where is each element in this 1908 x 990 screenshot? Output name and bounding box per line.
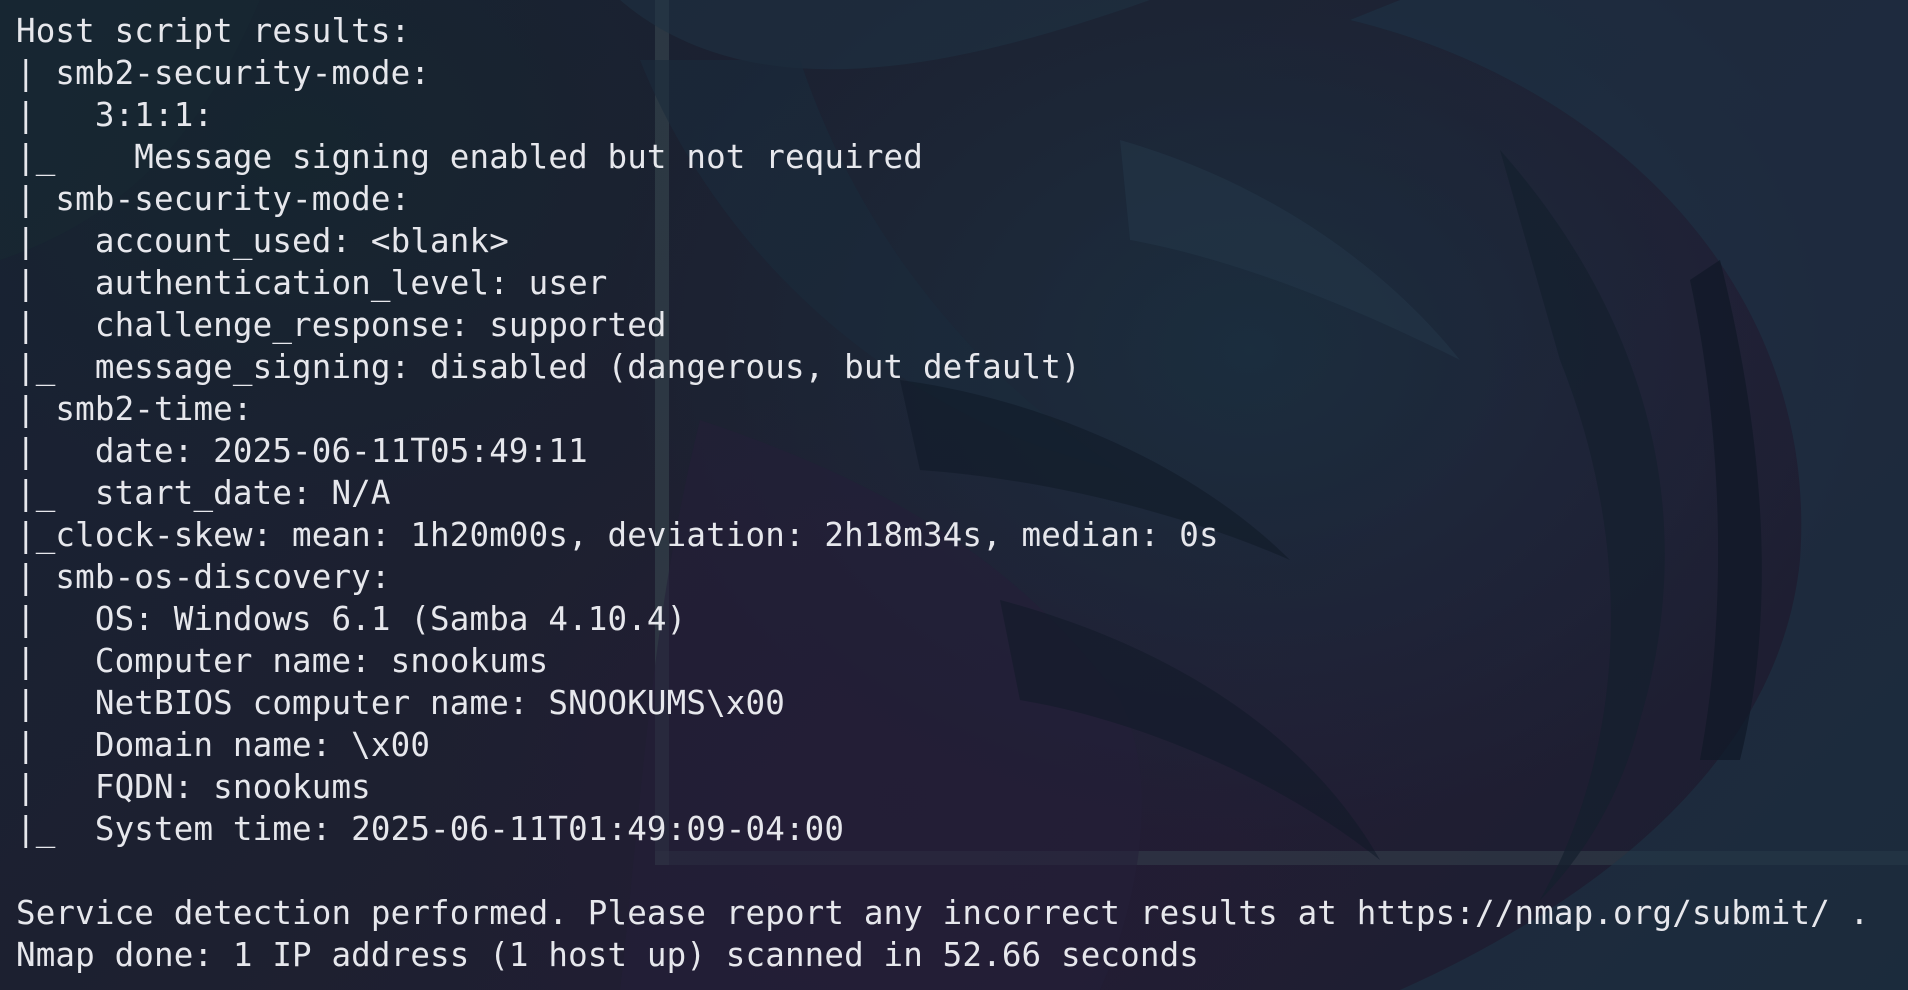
terminal-line: | NetBIOS computer name: SNOOKUMS\x00 [16,684,785,722]
terminal-line: | smb-security-mode: [16,180,411,218]
terminal-output: Host script results: | smb2-security-mode… [16,10,1892,976]
terminal-line-host-script-results: Host script results: [16,12,411,50]
terminal-line: | account_used: <blank> [16,222,509,260]
terminal-line: | date: 2025-06-11T05:49:11 [16,432,588,470]
terminal-line-nmap-done: Nmap done: 1 IP address (1 host up) scan… [16,936,1199,974]
terminal-line: | OS: Windows 6.1 (Samba 4.10.4) [16,600,687,638]
terminal-line: |_ System time: 2025-06-11T01:49:09-04:0… [16,810,845,848]
terminal-line: | 3:1:1: [16,96,214,134]
terminal-line: | authentication_level: user [16,264,608,302]
terminal-line: |_clock-skew: mean: 1h20m00s, deviation:… [16,516,1219,554]
terminal-line-service-detection: Service detection performed. Please repo… [16,894,1870,932]
terminal-line: |_ start_date: N/A [16,474,391,512]
terminal-line: | challenge_response: supported [16,306,667,344]
terminal-line: | smb2-time: [16,390,253,428]
terminal-line: | smb2-security-mode: [16,54,431,92]
terminal-line: |_ Message signing enabled but not requi… [16,138,923,176]
terminal-line: | Computer name: snookums [16,642,549,680]
terminal-line: | Domain name: \x00 [16,726,431,764]
terminal-line: | smb-os-discovery: [16,558,391,596]
terminal-line: |_ message_signing: disabled (dangerous,… [16,348,1081,386]
terminal-line: | FQDN: snookums [16,768,371,806]
